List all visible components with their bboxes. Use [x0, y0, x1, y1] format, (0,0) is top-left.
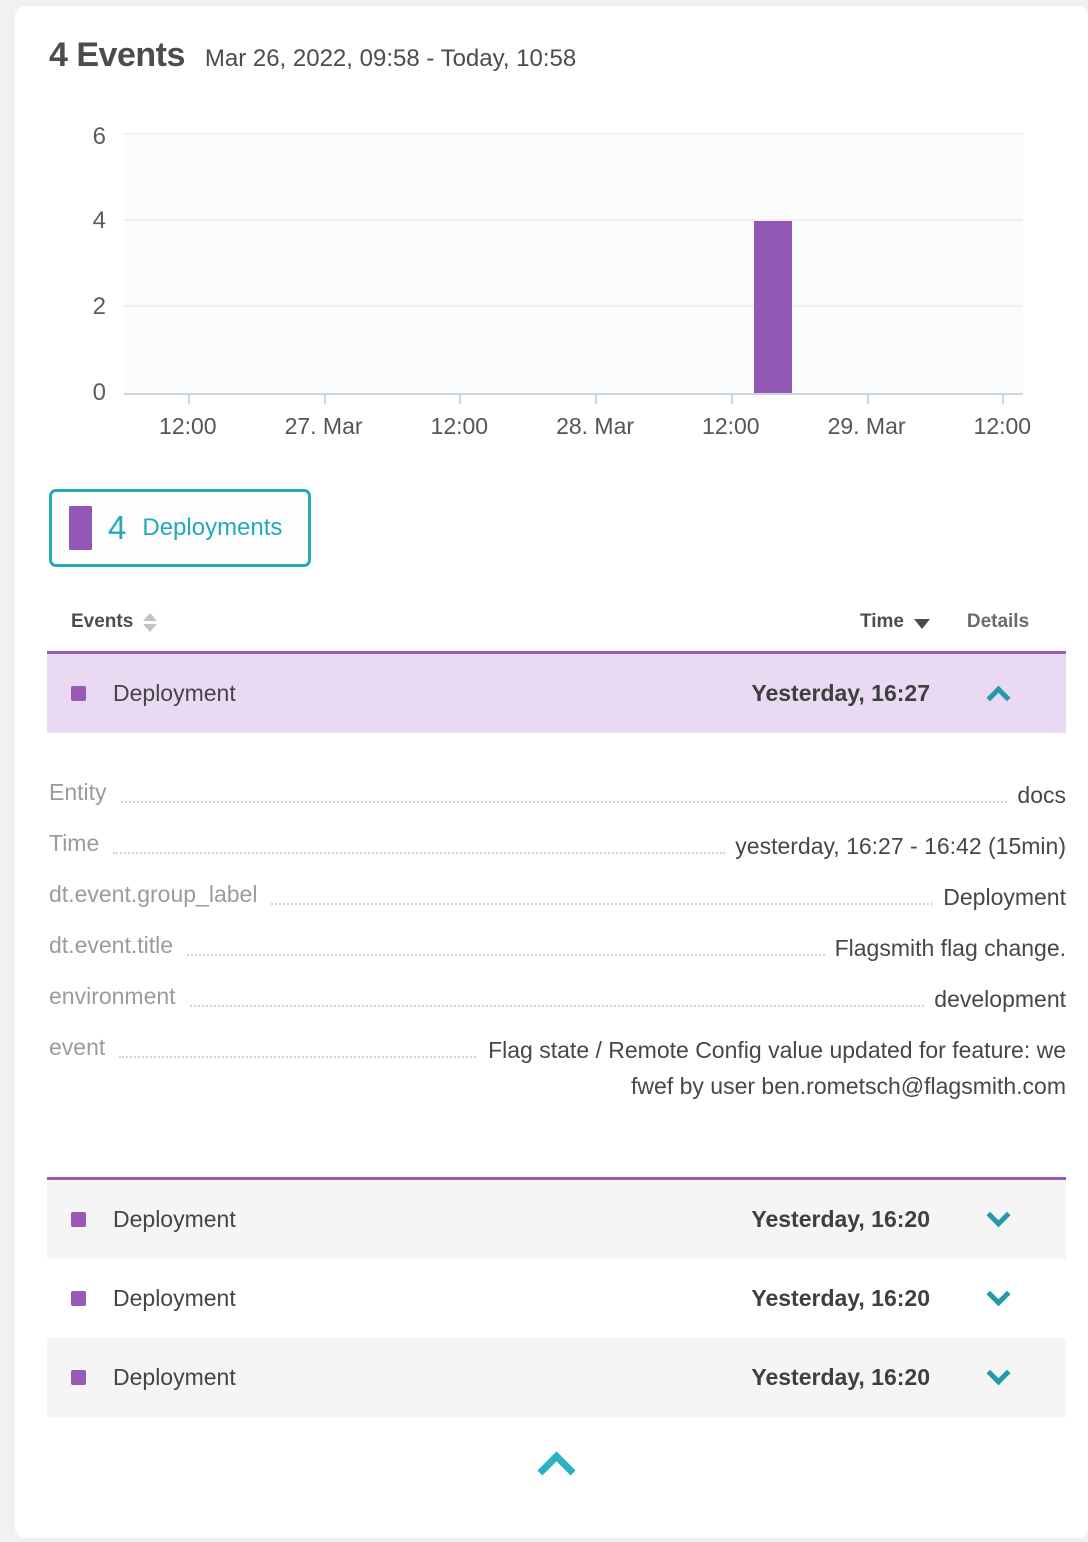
event-time: Yesterday, 16:20 [680, 1285, 930, 1312]
y-axis-tick: 4 [93, 207, 106, 235]
column-header-details: Details [930, 611, 1066, 633]
chevron-down-icon[interactable] [986, 1282, 1010, 1306]
collapse-panel-icon[interactable] [537, 1451, 575, 1489]
x-axis-tickmark [1002, 393, 1004, 404]
detail-row-entity: Entity docs [49, 777, 1066, 813]
chevron-down-icon[interactable] [986, 1361, 1010, 1385]
detail-value: yesterday, 16:27 - 16:42 (15min) [735, 828, 1066, 864]
legend-count: 4 [108, 509, 126, 547]
deployment-marker-icon [71, 686, 86, 701]
sort-icon [143, 613, 157, 632]
detail-value: development [934, 981, 1066, 1017]
legend-label: Deployments [142, 514, 282, 542]
x-axis-tickmark [867, 393, 869, 404]
table-row-deployment-4[interactable]: Deployment Yesterday, 16:20 [47, 1338, 1066, 1417]
y-axis-tick: 0 [93, 379, 106, 407]
y-axis-tick: 6 [93, 123, 106, 151]
x-axis-tick: 12:00 [431, 413, 489, 440]
sort-desc-icon [914, 619, 930, 629]
detail-label: dt.event.group_label [49, 879, 257, 910]
leader-dots [187, 930, 825, 956]
event-time: Yesterday, 16:20 [680, 1206, 930, 1233]
events-header-label: Events [71, 611, 133, 633]
events-chart: 6 4 2 0 12:00 27. Mar 12:00 28. Mar 12:0… [47, 133, 1066, 465]
leader-dots [271, 879, 933, 905]
detail-row-title: dt.event.title Flagsmith flag change. [49, 930, 1066, 966]
detail-label: Entity [49, 777, 107, 808]
detail-value: Deployment [943, 879, 1066, 915]
chart-plot-area: 6 4 2 0 12:00 27. Mar 12:00 28. Mar 12:0… [124, 133, 1023, 395]
table-row-deployment-1[interactable]: Deployment Yesterday, 16:27 [47, 654, 1066, 733]
detail-label: environment [49, 981, 176, 1012]
detail-label: dt.event.title [49, 930, 173, 961]
events-table: Events Time Details Deployment Yesterday… [47, 611, 1066, 1417]
deployments-swatch-icon [69, 506, 92, 550]
leader-dots [119, 1032, 476, 1058]
x-axis-tick: 12:00 [702, 413, 760, 440]
event-type-label: Deployment [113, 1364, 680, 1391]
chevron-up-icon[interactable] [986, 686, 1010, 710]
leader-dots [113, 828, 725, 854]
gridline-2 [124, 305, 1023, 307]
detail-row-time: Time yesterday, 16:27 - 16:42 (15min) [49, 828, 1066, 864]
x-axis-tick: 12:00 [974, 413, 1032, 440]
deployment-marker-icon [71, 1370, 86, 1385]
detail-row-environment: environment development [49, 981, 1066, 1017]
x-axis-tick: 27. Mar [285, 413, 363, 440]
x-axis-tickmark [731, 393, 733, 404]
column-header-events[interactable]: Events [71, 611, 680, 633]
x-axis-tickmark [595, 393, 597, 404]
table-row-deployment-2[interactable]: Deployment Yesterday, 16:20 [47, 1180, 1066, 1259]
detail-value: Flag state / Remote Config value updated… [486, 1032, 1066, 1104]
x-axis-tick: 12:00 [159, 413, 217, 440]
x-axis-tickmark [324, 393, 326, 404]
timeframe-label: Mar 26, 2022, 09:58 - Today, 10:58 [205, 45, 576, 73]
detail-row-group-label: dt.event.group_label Deployment [49, 879, 1066, 915]
table-header-row: Events Time Details [47, 611, 1066, 651]
chart-bar-deployments[interactable] [754, 221, 792, 393]
detail-label: event [49, 1032, 105, 1063]
leader-dots [190, 981, 925, 1007]
panel-header: 4 Events Mar 26, 2022, 09:58 - Today, 10… [47, 36, 1066, 75]
event-type-label: Deployment [113, 1285, 680, 1312]
event-type-label: Deployment [113, 680, 680, 707]
event-type-label: Deployment [113, 1206, 680, 1233]
x-axis-tick: 28. Mar [556, 413, 634, 440]
event-time: Yesterday, 16:27 [680, 680, 930, 707]
events-panel: 4 Events Mar 26, 2022, 09:58 - Today, 10… [15, 6, 1088, 1538]
x-axis-tick: 29. Mar [828, 413, 906, 440]
event-group-expanded: Deployment Yesterday, 16:27 Entity docs … [47, 651, 1066, 1180]
y-axis-tick: 2 [93, 293, 106, 321]
legend-deployments-toggle[interactable]: 4 Deployments [49, 489, 311, 567]
detail-row-event: event Flag state / Remote Config value u… [49, 1032, 1066, 1104]
detail-label: Time [49, 828, 99, 859]
x-axis-tickmark [188, 393, 190, 404]
page-title: 4 Events [49, 36, 185, 75]
deployment-marker-icon [71, 1212, 86, 1227]
leader-dots [121, 777, 1008, 803]
event-details-panel: Entity docs Time yesterday, 16:27 - 16:4… [47, 733, 1066, 1177]
chevron-down-icon[interactable] [986, 1203, 1010, 1227]
table-row-deployment-3[interactable]: Deployment Yesterday, 16:20 [47, 1259, 1066, 1338]
detail-value: Flagsmith flag change. [835, 930, 1066, 966]
x-axis-tickmark [459, 393, 461, 404]
deployment-marker-icon [71, 1291, 86, 1306]
detail-value: docs [1017, 777, 1066, 813]
gridline-4 [124, 219, 1023, 221]
time-header-label: Time [860, 611, 904, 633]
event-time: Yesterday, 16:20 [680, 1364, 930, 1391]
column-header-time[interactable]: Time [680, 611, 930, 633]
